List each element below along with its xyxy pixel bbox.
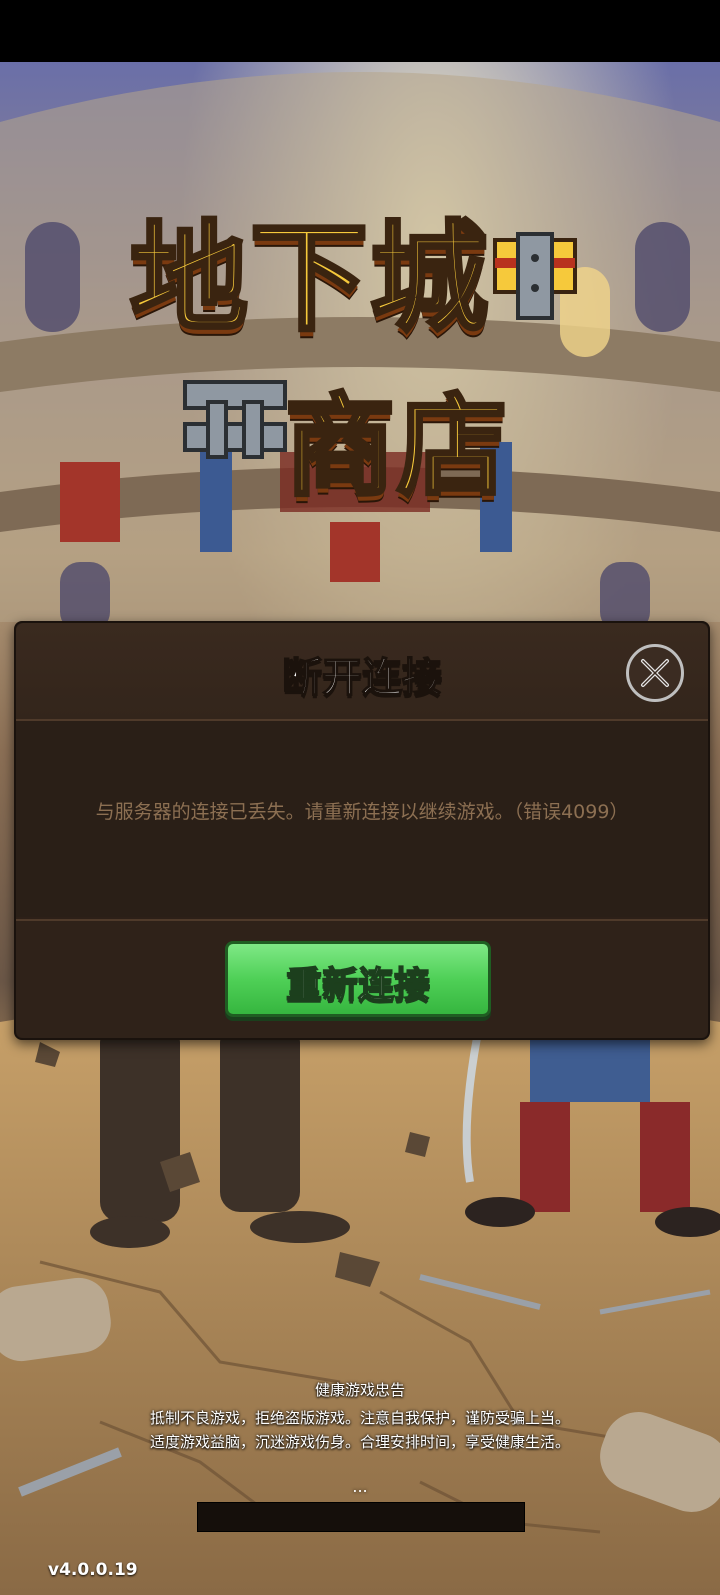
logo-title-line2: 商店 — [283, 381, 509, 513]
disconnect-dialog: 断开连接 与服务器的连接已丢失。请重新连接以继续游戏。（错误4099） 重新连接 — [14, 621, 710, 1040]
dialog-title: 断开连接 — [281, 654, 443, 702]
health-notice-line1: 抵制不良游戏，拒绝盗版游戏。注意自我保护，谨防受骗上当。 — [149, 1409, 570, 1427]
reconnect-button-label: 重新连接 — [285, 964, 431, 1007]
game-logo: 地下城 商店 — [120, 132, 600, 513]
reconnect-button[interactable]: 重新连接 — [225, 941, 491, 1017]
health-notice-title: 健康游戏忠告 — [314, 1381, 405, 1399]
dialog-footer: 重新连接 — [16, 919, 708, 1038]
logo-hammer-icon — [493, 232, 577, 320]
close-button[interactable] — [626, 644, 684, 702]
logo-title-line1: 地下城 — [128, 207, 491, 349]
loading-progress-bar — [197, 1502, 525, 1532]
status-bar — [0, 0, 720, 62]
version-label: v4.0.0.19 — [48, 1560, 138, 1580]
close-icon — [641, 659, 669, 687]
dialog-header: 断开连接 — [16, 623, 708, 721]
health-notice-line2: 适度游戏益脑，沉迷游戏伤身。合理安排时间，享受健康生活。 — [149, 1433, 570, 1451]
loading-dots: ... — [352, 1477, 368, 1496]
dialog-body: 与服务器的连接已丢失。请重新连接以继续游戏。（错误4099） — [16, 721, 708, 917]
health-game-notice: 健康游戏忠告 抵制不良游戏，拒绝盗版游戏。注意自我保护，谨防受骗上当。 适度游戏… — [0, 1378, 720, 1454]
logo-wrench-icon — [183, 380, 287, 459]
dialog-message: 与服务器的连接已丢失。请重新连接以继续游戏。（错误4099） — [95, 801, 629, 823]
